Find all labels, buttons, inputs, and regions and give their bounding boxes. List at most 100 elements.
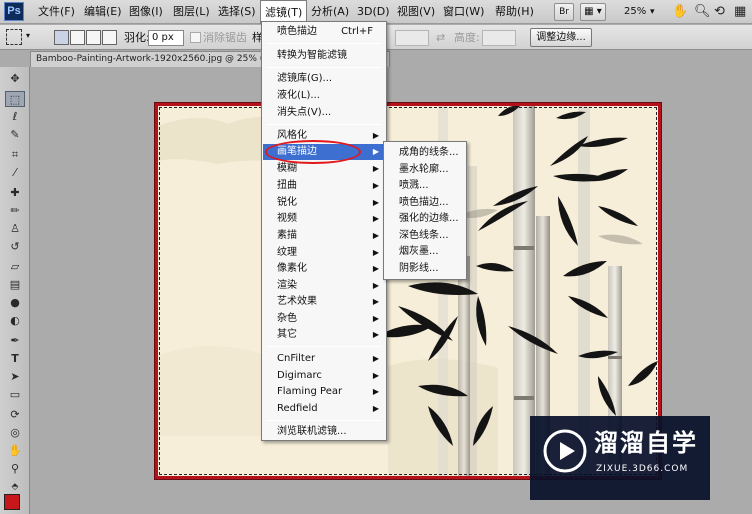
- healing-brush-icon[interactable]: ✚: [5, 185, 25, 201]
- eraser-tool-icon[interactable]: ▱: [5, 259, 25, 275]
- blur-item[interactable]: 模糊 ▶: [263, 161, 385, 177]
- flaming-pear-item[interactable]: Flaming Pear ▶: [263, 384, 385, 400]
- noise-item[interactable]: 杂色 ▶: [263, 311, 385, 327]
- quick-select-tool-icon[interactable]: ✎: [5, 127, 25, 143]
- mini-bridge-icon: ▦ ▾: [584, 6, 602, 17]
- spatter-item[interactable]: 喷溅...: [385, 178, 465, 194]
- gradient-tool-icon[interactable]: ▤: [5, 277, 25, 293]
- last-filter-shortcut: Ctrl+F: [341, 26, 373, 37]
- texture-item[interactable]: 纹理 ▶: [263, 245, 385, 261]
- preset-dropdown-icon[interactable]: ▾: [26, 31, 30, 40]
- watermark: 溜溜自学 ZIXUE.3D66.COM: [530, 416, 710, 500]
- dark-strokes-item[interactable]: 深色线条...: [385, 228, 465, 244]
- ink-outlines-item[interactable]: 墨水轮廓...: [385, 162, 465, 178]
- hand-tool-icon[interactable]: ✋: [5, 443, 25, 459]
- 3d-orbit-tool-icon[interactable]: ◎: [5, 425, 25, 441]
- move-tool-icon[interactable]: ✥: [5, 71, 25, 87]
- sprayed-strokes-item[interactable]: 喷色描边...: [385, 195, 465, 211]
- liquify-item[interactable]: 液化(L)...: [263, 88, 385, 104]
- convert-smart-filter-item[interactable]: 转换为智能滤镜: [263, 48, 385, 64]
- redfield-item[interactable]: Redfield ▶: [263, 401, 385, 417]
- distort-item[interactable]: 扭曲 ▶: [263, 178, 385, 194]
- zoom-tool-icon[interactable]: ⚲: [5, 461, 25, 477]
- dodge-tool-icon[interactable]: ◐: [5, 313, 25, 329]
- menu-separator: [266, 67, 382, 68]
- menu-image[interactable]: 图像(I): [125, 0, 167, 24]
- height-field[interactable]: [482, 30, 516, 46]
- width-field[interactable]: [395, 30, 429, 46]
- watermark-url: ZIXUE.3D66.COM: [596, 464, 689, 474]
- brush-strokes-item[interactable]: 画笔描边 ▶: [263, 144, 385, 160]
- menu-layer[interactable]: 图层(L): [169, 0, 214, 24]
- marquee-preset-icon[interactable]: [6, 29, 22, 45]
- mini-bridge-button[interactable]: ▦ ▾: [580, 3, 606, 21]
- rotate-view-icon[interactable]: ⟲: [714, 4, 725, 20]
- filter-menu: 喷色描边 Ctrl+F 转换为智能滤镜 滤镜库(G)... 液化(L)... 消失…: [261, 21, 387, 441]
- clone-stamp-icon[interactable]: ♙: [5, 221, 25, 237]
- artistic-item[interactable]: 艺术效果 ▶: [263, 294, 385, 310]
- submenu-arrow-icon: ▶: [372, 314, 379, 323]
- render-item[interactable]: 渲染 ▶: [263, 278, 385, 294]
- swap-icon[interactable]: ⇄: [436, 25, 445, 50]
- intersect-selection-icon[interactable]: [102, 30, 117, 45]
- submenu-arrow-icon: ▶: [372, 297, 379, 306]
- eyedropper-tool-icon[interactable]: ⁄: [5, 165, 25, 181]
- refine-edge-button[interactable]: 调整边缘...: [530, 28, 592, 47]
- submenu-arrow-icon: ▶: [372, 164, 379, 173]
- vanishing-point-item[interactable]: 消失点(V)...: [263, 105, 385, 121]
- menu-window[interactable]: 窗口(W): [439, 0, 488, 24]
- lasso-tool-icon[interactable]: ℓ: [5, 109, 25, 125]
- play-logo-icon: [543, 429, 587, 473]
- blur-tool-icon[interactable]: ●: [5, 295, 25, 311]
- feather-input[interactable]: 0 px: [148, 30, 184, 46]
- sharpen-item[interactable]: 锐化 ▶: [263, 195, 385, 211]
- filter-last-item[interactable]: 喷色描边 Ctrl+F: [263, 24, 385, 40]
- subtract-selection-icon[interactable]: [86, 30, 101, 45]
- sumi-e-item[interactable]: 烟灰墨...: [385, 244, 465, 260]
- menu-view[interactable]: 视图(V): [393, 0, 439, 24]
- menu-file[interactable]: 文件(F): [34, 0, 79, 24]
- foreground-color-swatch[interactable]: [4, 494, 20, 510]
- 3d-rotate-tool-icon[interactable]: ⟳: [5, 407, 25, 423]
- menu-edit[interactable]: 编辑(E): [80, 0, 126, 24]
- bridge-button[interactable]: Br: [554, 3, 574, 21]
- angled-strokes-item[interactable]: 成角的线条...: [385, 145, 465, 161]
- pen-tool-icon[interactable]: ✒: [5, 333, 25, 349]
- rect-marquee-tool-icon[interactable]: ⬚: [5, 91, 25, 107]
- type-tool-icon[interactable]: T: [5, 351, 25, 367]
- digimarc-item[interactable]: Digimarc ▶: [263, 368, 385, 384]
- submenu-arrow-icon: ▶: [372, 281, 379, 290]
- submenu-arrow-icon: ▶: [372, 147, 379, 156]
- accented-edges-item[interactable]: 强化的边缘...: [385, 211, 465, 227]
- photoshop-logo[interactable]: Ps: [4, 2, 24, 21]
- zoom-level[interactable]: 25%: [624, 0, 646, 24]
- browse-online-filters-item[interactable]: 浏览联机滤镜...: [263, 424, 385, 440]
- swap-colors-icon[interactable]: ⬘: [5, 479, 25, 495]
- cnfilter-item[interactable]: CnFilter ▶: [263, 351, 385, 367]
- menu-help[interactable]: 帮助(H): [491, 0, 538, 24]
- sketch-item[interactable]: 素描 ▶: [263, 228, 385, 244]
- pixelate-item[interactable]: 像素化 ▶: [263, 261, 385, 277]
- zoom-tool-icon[interactable]: 🔍︎: [694, 4, 711, 20]
- crosshatch-item[interactable]: 阴影线...: [385, 261, 465, 277]
- path-select-tool-icon[interactable]: ➤: [5, 369, 25, 385]
- submenu-arrow-icon: ▶: [372, 264, 379, 273]
- shape-tool-icon[interactable]: ▭: [5, 387, 25, 403]
- feather-label: 羽化:: [124, 31, 150, 44]
- zoom-dropdown-icon[interactable]: ▾: [650, 2, 655, 22]
- menu-select[interactable]: 选择(S): [214, 0, 260, 24]
- menu-separator: [266, 420, 382, 421]
- crop-tool-icon[interactable]: ⌗: [5, 147, 25, 163]
- stylize-item[interactable]: 风格化 ▶: [263, 128, 385, 144]
- add-selection-icon[interactable]: [70, 30, 85, 45]
- history-brush-icon[interactable]: ↺: [5, 239, 25, 255]
- hand-tool-icon[interactable]: ✋: [672, 4, 688, 20]
- submenu-arrow-icon: ▶: [372, 387, 379, 396]
- grid-icon[interactable]: ▦: [734, 4, 746, 20]
- other-item[interactable]: 其它 ▶: [263, 327, 385, 343]
- antialias-checkbox[interactable]: [190, 32, 201, 43]
- brush-tool-icon[interactable]: ✏: [5, 203, 25, 219]
- filter-gallery-item[interactable]: 滤镜库(G)...: [263, 71, 385, 87]
- new-selection-icon[interactable]: [54, 30, 69, 45]
- video-item[interactable]: 视频 ▶: [263, 211, 385, 227]
